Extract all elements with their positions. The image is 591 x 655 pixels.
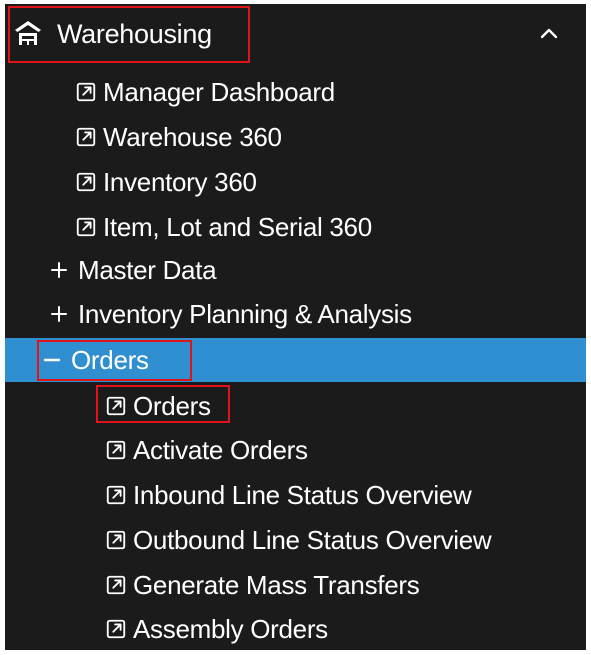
external-link-icon [105, 529, 127, 551]
external-link-icon [105, 574, 127, 596]
menu-link-orders[interactable]: Orders [5, 384, 586, 428]
menu-group-label: Master Data [78, 254, 217, 285]
menu-item-label: Inbound Line Status Overview [133, 479, 472, 510]
external-link-icon [75, 216, 97, 238]
warehouse-icon [11, 17, 45, 51]
external-link-icon [75, 126, 97, 148]
menu-link-assembly-orders[interactable]: Assembly Orders [5, 607, 586, 651]
external-link-icon [105, 395, 127, 417]
menu-item-label: Inventory 360 [103, 166, 257, 197]
minus-icon [41, 349, 63, 371]
menu-group-label: Inventory Planning & Analysis [78, 298, 412, 329]
menu-link-inbound-line-status-overview[interactable]: Inbound Line Status Overview [5, 473, 586, 517]
external-link-icon [75, 81, 97, 103]
plus-icon [48, 303, 70, 325]
menu-group-label: Orders [71, 344, 149, 375]
menu-link-generate-mass-transfers[interactable]: Generate Mass Transfers [5, 563, 586, 607]
menu-item-label: Outbound Line Status Overview [133, 524, 492, 555]
warehousing-title-group: Warehousing [5, 4, 212, 64]
menu-item-label: Manager Dashboard [103, 76, 335, 107]
menu-link-activate-orders[interactable]: Activate Orders [5, 428, 586, 472]
warehousing-menu-header[interactable]: Warehousing [5, 4, 586, 64]
menu-link-outbound-line-status-overview[interactable]: Outbound Line Status Overview [5, 518, 586, 562]
menu-item-label: Item, Lot and Serial 360 [103, 211, 372, 242]
plus-icon [48, 259, 70, 281]
external-link-icon [105, 484, 127, 506]
menu-item-label: Warehouse 360 [103, 121, 282, 152]
menu-group-master-data[interactable]: Master Data [5, 248, 586, 292]
menu-group-orders[interactable]: Orders [5, 338, 586, 382]
menu-item-label: Activate Orders [133, 434, 308, 465]
external-link-icon [75, 171, 97, 193]
chevron-up-icon[interactable] [537, 22, 561, 46]
warehousing-menu: Warehousing Manager Dashboard Warehouse … [5, 4, 586, 650]
menu-item-label: Orders [133, 390, 211, 421]
menu-item-label: Generate Mass Transfers [133, 569, 420, 600]
menu-link-item-lot-serial-360[interactable]: Item, Lot and Serial 360 [5, 205, 586, 249]
menu-group-inventory-planning-analysis[interactable]: Inventory Planning & Analysis [5, 292, 586, 336]
external-link-icon [105, 618, 127, 640]
external-link-icon [105, 439, 127, 461]
menu-link-warehouse-360[interactable]: Warehouse 360 [5, 115, 586, 159]
menu-link-manager-dashboard[interactable]: Manager Dashboard [5, 70, 586, 114]
warehousing-title: Warehousing [57, 18, 212, 49]
menu-item-label: Assembly Orders [133, 613, 328, 644]
menu-link-inventory-360[interactable]: Inventory 360 [5, 160, 586, 204]
